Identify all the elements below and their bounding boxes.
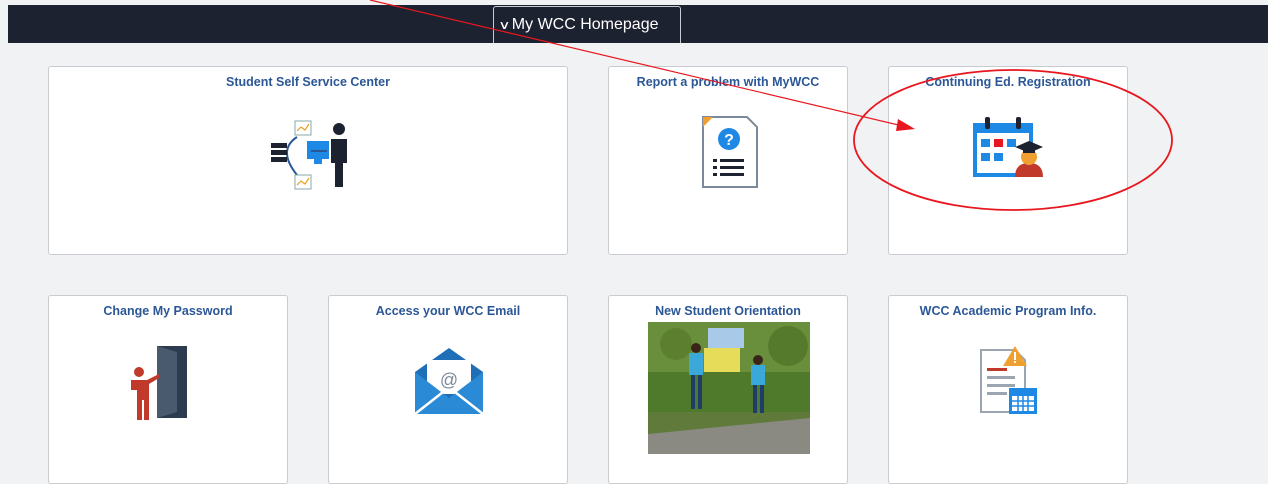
tile-report-problem[interactable]: Report a problem with MyWCC ? <box>608 66 848 255</box>
tile-student-self-service[interactable]: Student Self Service Center <box>48 66 568 255</box>
chevron-down-icon: ∨ <box>498 18 511 32</box>
tile-title: Report a problem with MyWCC <box>636 75 820 89</box>
tile-change-password[interactable]: Change My Password <box>48 295 288 484</box>
email-envelope-icon: @ <box>414 348 484 415</box>
tile-title: Continuing Ed. Registration <box>925 75 1091 89</box>
program-info-icon <box>980 346 1037 414</box>
homepage-selector-button[interactable]: ∨ My WCC Homepage <box>493 6 681 43</box>
calendar-registration-icon <box>973 117 1043 177</box>
report-problem-icon: ? <box>702 116 758 188</box>
tile-title: Change My Password <box>103 304 233 318</box>
tile-continuing-ed-registration[interactable]: Continuing Ed. Registration <box>888 66 1128 255</box>
svg-text:?: ? <box>724 132 734 149</box>
self-service-icon <box>271 120 347 190</box>
tile-title: Access your WCC Email <box>375 304 521 318</box>
tile-new-student-orientation[interactable]: New Student Orientation <box>608 295 848 484</box>
tile-title: Student Self Service Center <box>226 75 390 89</box>
tile-wcc-email[interactable]: Access your WCC Email @ <box>328 295 568 484</box>
tile-title: New Student Orientation <box>655 304 801 318</box>
orientation-photo <box>648 322 810 454</box>
tile-academic-program-info[interactable]: WCC Academic Program Info. <box>888 295 1128 484</box>
homepage-label: My WCC Homepage <box>511 16 659 33</box>
door-person-icon <box>131 346 187 420</box>
tile-title: WCC Academic Program Info. <box>919 304 1097 318</box>
svg-text:@: @ <box>440 370 458 390</box>
